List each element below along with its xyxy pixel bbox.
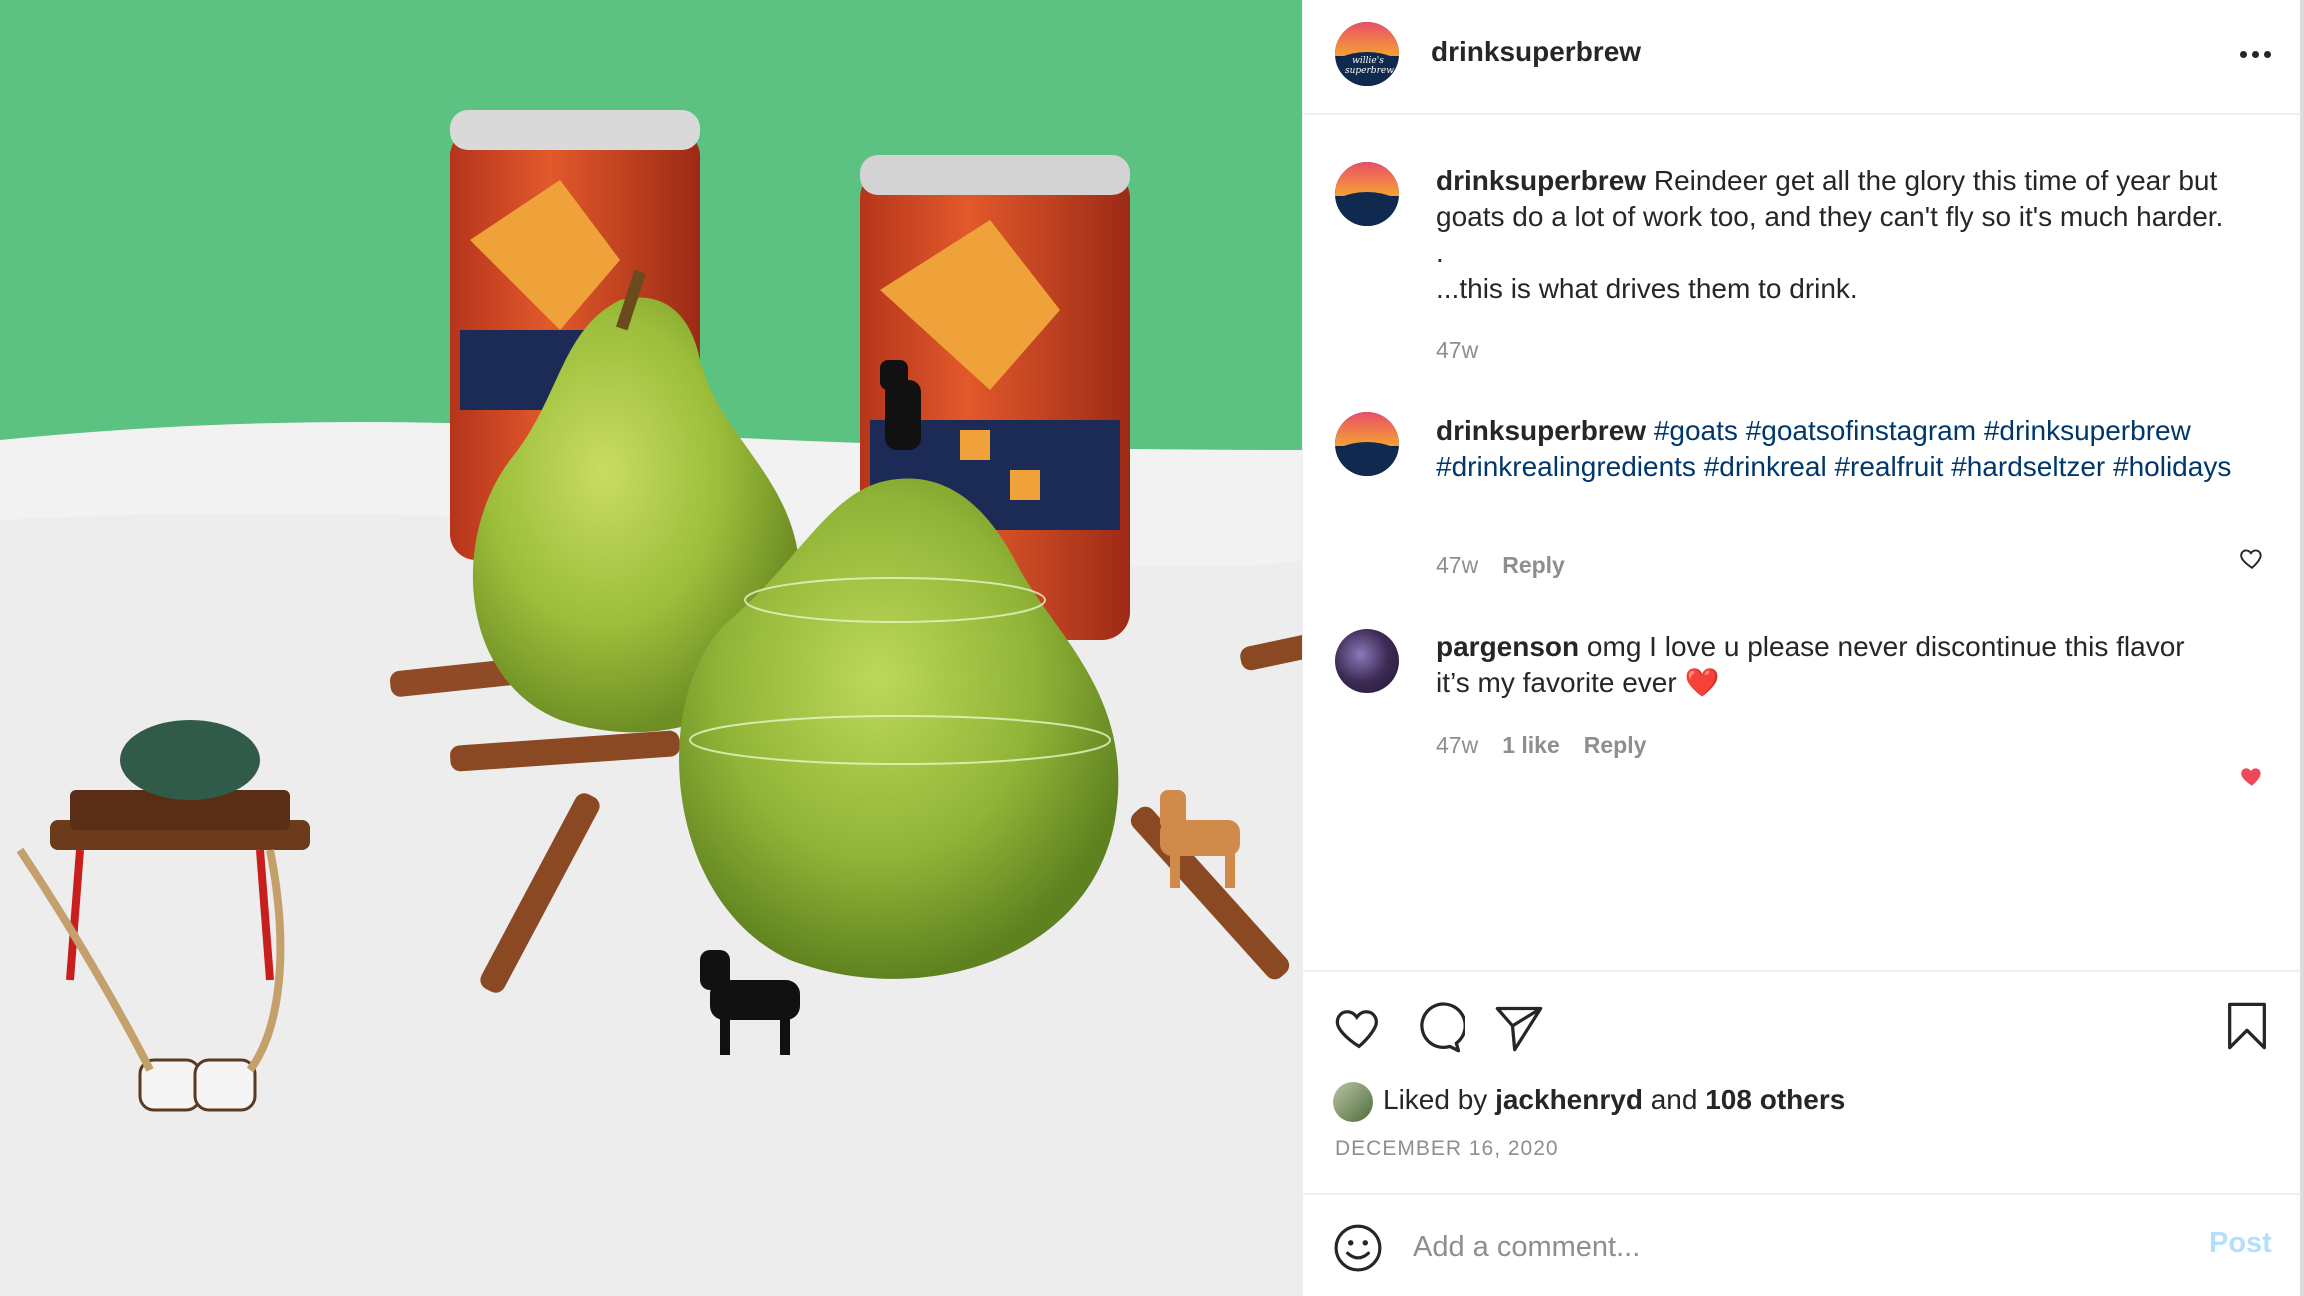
comment-hashtags: drinksuperbrew #goats #goatsofinstagram … bbox=[1436, 413, 2236, 485]
caption-line-2: . bbox=[1436, 237, 1444, 268]
commenter-avatar[interactable] bbox=[1335, 629, 1399, 693]
comment-likes-count[interactable]: 1 like bbox=[1502, 732, 1560, 759]
emoji-smiley-icon[interactable] bbox=[1333, 1223, 1383, 1273]
add-comment-bar: Post bbox=[1303, 1197, 2301, 1296]
reply-button[interactable]: Reply bbox=[1502, 552, 1565, 579]
post-header: willie's superbrew drinksuperbrew bbox=[1303, 0, 2301, 115]
more-options-icon[interactable] bbox=[2231, 40, 2279, 68]
reply-button[interactable]: Reply bbox=[1584, 732, 1647, 759]
author-username[interactable]: drinksuperbrew bbox=[1431, 36, 1641, 68]
comment-username[interactable]: pargenson bbox=[1436, 631, 1579, 662]
liked-by-others[interactable]: 108 others bbox=[1705, 1084, 1845, 1115]
comment-avatar[interactable] bbox=[1335, 412, 1399, 476]
caption-meta: 47w bbox=[1436, 337, 1478, 364]
comment-meta: 47w Reply bbox=[1436, 552, 1565, 579]
liker-avatar[interactable] bbox=[1333, 1082, 1373, 1122]
comment-bubble-icon[interactable] bbox=[1413, 1002, 1465, 1054]
post-detail-panel: willie's superbrew drinksuperbrew drinks… bbox=[1302, 0, 2304, 1296]
caption-username[interactable]: drinksuperbrew bbox=[1436, 165, 1646, 196]
share-paper-plane-icon[interactable] bbox=[1493, 1002, 1545, 1054]
comment-body: pargenson omg I love u please never disc… bbox=[1436, 629, 2226, 701]
caption-avatar[interactable] bbox=[1335, 162, 1399, 226]
avatar-logo-text: willie's superbrew bbox=[1345, 56, 1394, 76]
comment-input[interactable] bbox=[1413, 1223, 2173, 1271]
comment-liked-heart-icon[interactable] bbox=[2239, 763, 2265, 789]
post-photo[interactable] bbox=[0, 0, 1302, 1296]
liked-by-prefix: Liked by bbox=[1383, 1084, 1488, 1115]
comment-time[interactable]: 47w bbox=[1436, 552, 1478, 579]
post-actions: Liked by jackhenryd and 108 others DECEM… bbox=[1303, 970, 2301, 1195]
caption: drinksuperbrew Reindeer get all the glor… bbox=[1436, 163, 2236, 307]
comment-time[interactable]: 47w bbox=[1436, 732, 1478, 759]
caption-time[interactable]: 47w bbox=[1436, 337, 1478, 364]
liked-by-user[interactable]: jackhenryd bbox=[1495, 1084, 1643, 1115]
author-avatar[interactable]: willie's superbrew bbox=[1335, 22, 1399, 86]
comment-username[interactable]: drinksuperbrew bbox=[1436, 415, 1646, 446]
post-date[interactable]: DECEMBER 16, 2020 bbox=[1335, 1137, 1559, 1161]
comment-like-heart-icon[interactable] bbox=[2239, 545, 2265, 571]
comment-meta: 47w 1 like Reply bbox=[1436, 732, 1646, 759]
photo-illustration bbox=[0, 0, 1302, 1296]
post-comment-button[interactable]: Post bbox=[2209, 1227, 2272, 1260]
liked-by-text: Liked by jackhenryd and 108 others bbox=[1383, 1084, 1845, 1116]
caption-line-3: ...this is what drives them to drink. bbox=[1436, 273, 1858, 304]
like-heart-icon[interactable] bbox=[1333, 1002, 1385, 1054]
comments-list: drinksuperbrew Reindeer get all the glor… bbox=[1303, 115, 2301, 970]
save-bookmark-icon[interactable] bbox=[2221, 1000, 2273, 1052]
liked-by-and: and bbox=[1650, 1084, 1698, 1115]
